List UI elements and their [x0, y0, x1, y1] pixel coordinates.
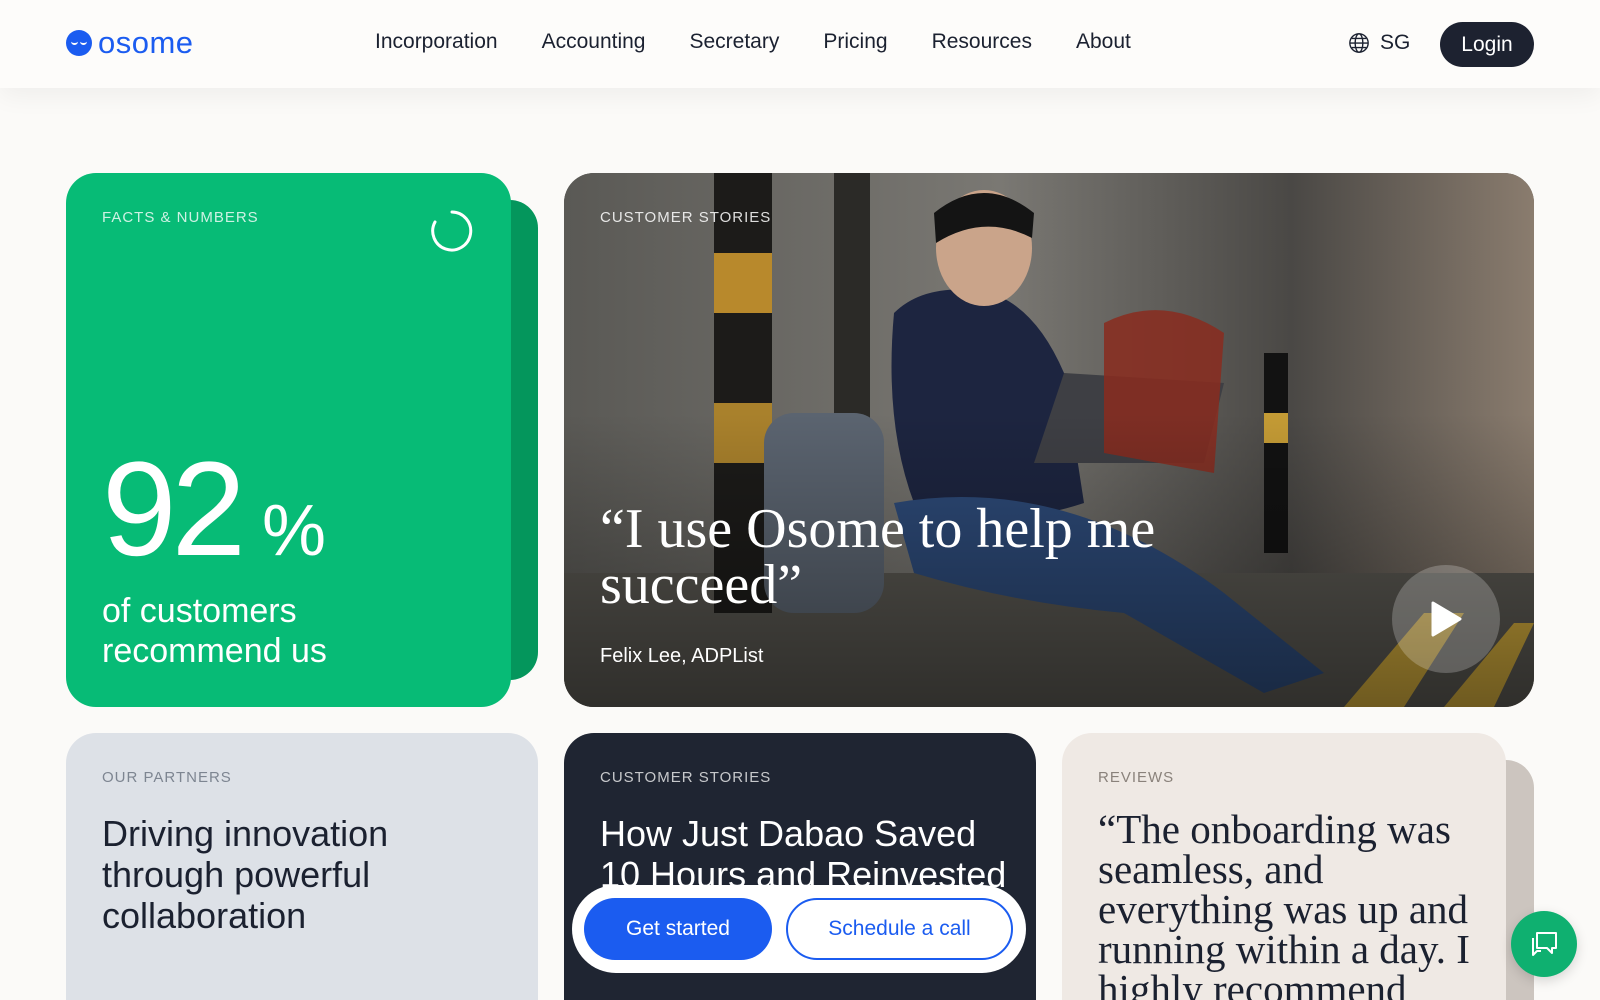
- logo-face-icon: [66, 30, 92, 56]
- facts-caption: of customers recommend us: [102, 592, 327, 670]
- site-header: osome Incorporation Accounting Secretary…: [0, 0, 1600, 88]
- facts-eyebrow: FACTS & NUMBERS: [102, 209, 259, 226]
- schedule-call-button[interactable]: Schedule a call: [786, 898, 1013, 960]
- login-button[interactable]: Login: [1440, 22, 1534, 67]
- nav-accounting[interactable]: Accounting: [542, 30, 646, 54]
- osome-logo[interactable]: osome: [66, 25, 194, 60]
- globe-icon: [1349, 33, 1369, 53]
- nav-about[interactable]: About: [1076, 30, 1131, 54]
- review-eyebrow: REVIEWS: [1098, 769, 1175, 786]
- review-text: “The onboarding was seamless, and everyt…: [1098, 806, 1470, 1000]
- chat-bubble-icon: [1532, 932, 1557, 956]
- region-selector[interactable]: SG: [1348, 31, 1410, 55]
- floating-cta-bar: Get started Schedule a call: [572, 885, 1026, 973]
- get-started-button[interactable]: Get started: [584, 898, 772, 960]
- customer-story-eyebrow: CUSTOMER STORIES: [600, 769, 772, 786]
- nav-incorporation[interactable]: Incorporation: [375, 30, 498, 54]
- facts-number: 92: [102, 435, 246, 584]
- review-card[interactable]: REVIEWS “The onboarding was seamless, an…: [1062, 733, 1506, 1000]
- video-story-card[interactable]: CUSTOMER STORIES “I use Osome to help me…: [564, 173, 1534, 707]
- play-button[interactable]: [1392, 565, 1500, 673]
- video-story-eyebrow: CUSTOMER STORIES: [600, 209, 772, 226]
- nav-resources[interactable]: Resources: [932, 30, 1032, 54]
- partners-title: Driving innovation through powerful coll…: [102, 813, 389, 936]
- nav-pricing[interactable]: Pricing: [823, 30, 887, 54]
- facts-card[interactable]: FACTS & NUMBERS 92 % of customers recomm…: [66, 173, 511, 707]
- story-photo: [564, 173, 1534, 707]
- nav-secretary[interactable]: Secretary: [689, 30, 779, 54]
- partners-eyebrow: OUR PARTNERS: [102, 769, 232, 786]
- region-code: SG: [1380, 31, 1411, 54]
- loading-spinner-icon: [431, 210, 473, 252]
- partners-card[interactable]: OUR PARTNERS Driving innovation through …: [66, 733, 538, 1000]
- video-story-quote: “I use Osome to help me succeed”: [600, 498, 1156, 616]
- chat-button[interactable]: [1511, 911, 1577, 977]
- play-icon: [1431, 601, 1462, 637]
- main-nav: Incorporation Accounting Secretary Prici…: [375, 30, 1131, 54]
- video-story-author: Felix Lee, ADPList: [600, 645, 764, 667]
- facts-unit: %: [262, 491, 327, 571]
- logo-text: osome: [98, 25, 194, 60]
- customer-story-title: How Just Dabao Saved 10 Hours and Reinve…: [600, 813, 1007, 895]
